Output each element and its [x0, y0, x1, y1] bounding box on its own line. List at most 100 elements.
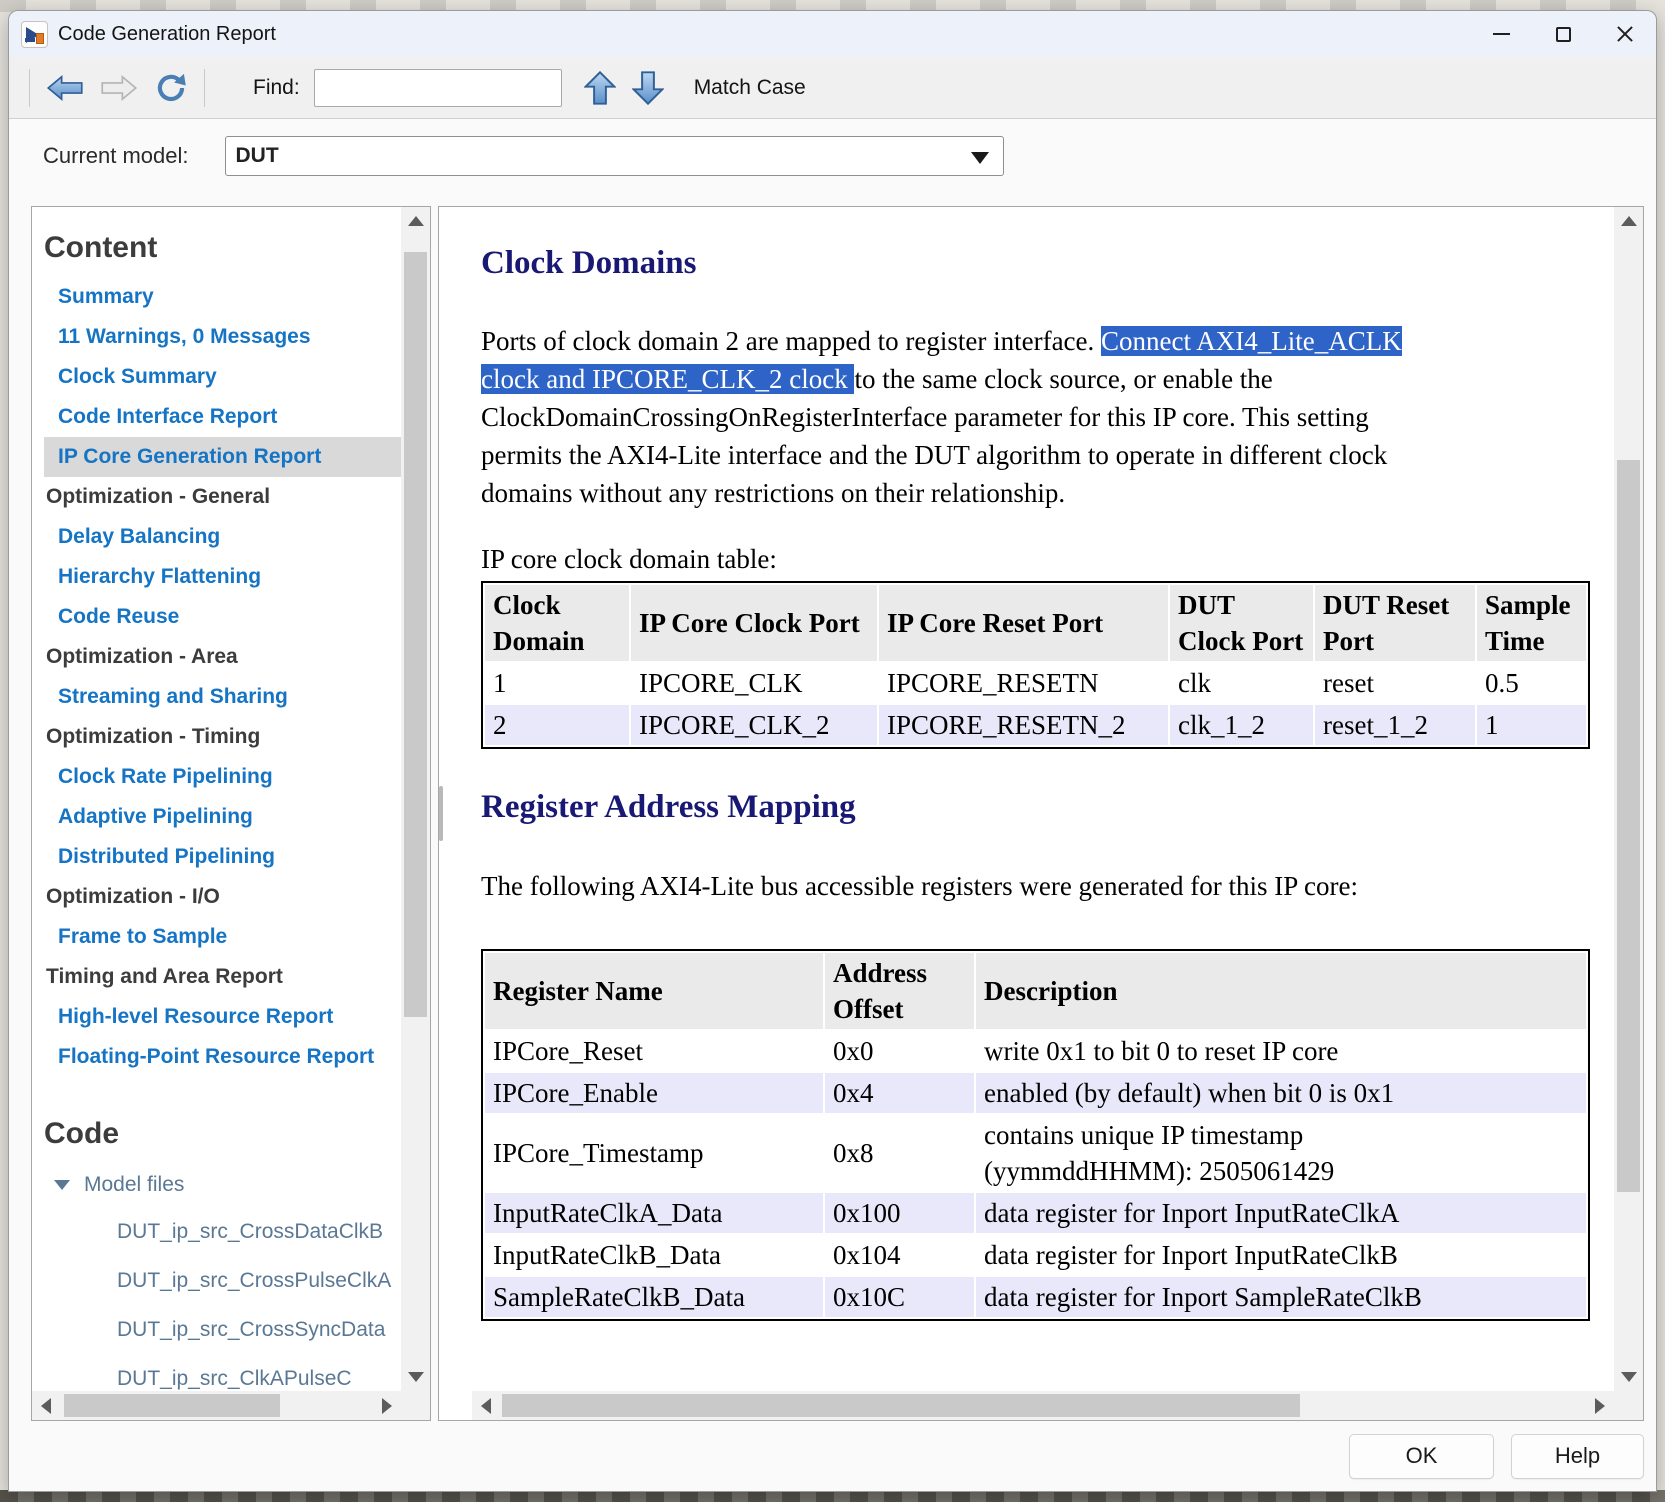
table-cell: clk_1_2 — [1170, 705, 1313, 745]
sidebar-item-high-level-resource-report[interactable]: High-level Resource Report — [32, 997, 401, 1037]
sidebar-item-code-reuse[interactable]: Code Reuse — [32, 597, 401, 637]
highlighted-text: clock and IPCORE_CLK_2 clock — [481, 364, 854, 394]
minimize-button[interactable] — [1470, 11, 1532, 57]
model-file-link[interactable]: DUT_ip_src_CrossSyncData — [32, 1305, 401, 1354]
scroll-up-arrow[interactable] — [401, 207, 430, 235]
paragraph-line: Ports of clock domain 2 are mapped to re… — [481, 322, 1596, 360]
current-model-select[interactable]: DUT — [225, 136, 1004, 176]
scrollbar-corner — [1614, 1391, 1643, 1420]
table-cell: IPCore_Timestamp — [485, 1115, 823, 1191]
scroll-right-arrow[interactable] — [1586, 1391, 1614, 1420]
forward-button[interactable] — [100, 74, 138, 102]
table-cell: data register for Inport InputRateClkA — [976, 1193, 1586, 1233]
scroll-down-arrow[interactable] — [1614, 1363, 1643, 1391]
paragraph-line: domains without any restrictions on thei… — [481, 474, 1596, 512]
sidebar-item-optimization-general: Optimization - General — [32, 477, 401, 517]
model-file-link[interactable]: DUT_ip_src_CrossDataClkB — [32, 1207, 401, 1256]
paragraph-line: clock and IPCORE_CLK_2 clock to the same… — [481, 360, 1596, 398]
column-header: Description — [976, 953, 1586, 1029]
sidebar-item-11-warnings-0-messages[interactable]: 11 Warnings, 0 Messages — [32, 317, 401, 357]
model-files-group[interactable]: Model files — [32, 1163, 401, 1207]
sidebar-item-frame-to-sample[interactable]: Frame to Sample — [32, 917, 401, 957]
close-button[interactable] — [1594, 11, 1656, 57]
column-header: IP Core Clock Port — [631, 585, 877, 661]
table-cell: 1 — [485, 663, 629, 703]
back-arrow-icon — [46, 74, 84, 102]
table-cell: 0.5 — [1477, 663, 1586, 703]
model-file-link[interactable]: DUT_ip_src_ClkAPulseC — [32, 1354, 401, 1395]
chevron-down-icon — [971, 152, 989, 164]
scroll-right-arrow[interactable] — [373, 1391, 401, 1420]
find-previous-button[interactable] — [584, 71, 616, 105]
table-cell: InputRateClkA_Data — [485, 1193, 823, 1233]
column-header: Address Offset — [825, 953, 974, 1029]
report-document: Clock Domains Ports of clock domain 2 ar… — [439, 207, 1614, 1391]
scroll-left-arrow[interactable] — [472, 1391, 500, 1420]
toolbar: Find: Match Case — [9, 57, 1656, 119]
table-cell: IPCORE_CLK_2 — [631, 705, 877, 745]
sidebar-item-optimization-area: Optimization - Area — [32, 637, 401, 677]
panel-splitter-handle[interactable] — [439, 786, 443, 841]
sidebar-item-hierarchy-flattening[interactable]: Hierarchy Flattening — [32, 557, 401, 597]
register-mapping-heading: Register Address Mapping — [481, 789, 1596, 826]
sidebar-item-distributed-pipelining[interactable]: Distributed Pipelining — [32, 837, 401, 877]
sidebar-item-summary[interactable]: Summary — [32, 277, 401, 317]
paragraph-text: permits the AXI4-Lite interface and the … — [481, 440, 1387, 470]
scroll-left-arrow[interactable] — [32, 1391, 60, 1420]
column-header: Sample Time — [1477, 585, 1586, 661]
report-horizontal-scrollbar[interactable] — [472, 1391, 1614, 1420]
table-row: InputRateClkA_Data0x100data register for… — [485, 1193, 1586, 1233]
scrollbar-thumb[interactable] — [502, 1394, 1300, 1417]
register-address-table: Register NameAddress OffsetDescriptionIP… — [481, 949, 1590, 1321]
dialog-footer: OK Help — [9, 1421, 1656, 1491]
help-button[interactable]: Help — [1511, 1434, 1644, 1479]
report-vertical-scrollbar[interactable] — [1614, 207, 1643, 1391]
table-row: IPCore_Enable0x4enabled (by default) whe… — [485, 1073, 1586, 1113]
find-input[interactable] — [314, 69, 562, 107]
ok-button[interactable]: OK — [1349, 1434, 1494, 1479]
back-button[interactable] — [46, 74, 84, 102]
table-cell: enabled (by default) when bit 0 is 0x1 — [976, 1073, 1586, 1113]
sidebar-item-clock-rate-pipelining[interactable]: Clock Rate Pipelining — [32, 757, 401, 797]
scrollbar-thumb[interactable] — [1617, 460, 1640, 1192]
column-header: DUT Clock Port — [1170, 585, 1313, 661]
scroll-up-arrow[interactable] — [1614, 207, 1643, 235]
scrollbar-thumb[interactable] — [64, 1394, 280, 1417]
up-arrow-icon — [584, 71, 616, 105]
refresh-button[interactable] — [154, 72, 188, 104]
scrollbar-corner — [401, 1391, 430, 1420]
titlebar: Code Generation Report — [9, 11, 1656, 57]
register-mapping-paragraph: The following AXI4-Lite bus accessible r… — [481, 867, 1596, 905]
sidebar-item-clock-summary[interactable]: Clock Summary — [32, 357, 401, 397]
find-next-button[interactable] — [632, 71, 664, 105]
table-cell: SampleRateClkB_Data — [485, 1277, 823, 1317]
table-cell: IPCore_Enable — [485, 1073, 823, 1113]
toolbar-separator — [29, 69, 30, 107]
sidebar-item-optimization-timing: Optimization - Timing — [32, 717, 401, 757]
table-row: SampleRateClkB_Data0x10Cdata register fo… — [485, 1277, 1586, 1317]
sidebar-item-code-interface-report[interactable]: Code Interface Report — [32, 397, 401, 437]
sidebar-vertical-scrollbar[interactable] — [401, 207, 430, 1391]
clock-domains-paragraph: Ports of clock domain 2 are mapped to re… — [481, 322, 1596, 512]
table-cell: IPCore_Reset — [485, 1031, 823, 1071]
match-case-toggle[interactable]: Match Case — [686, 72, 814, 104]
sidebar-item-adaptive-pipelining[interactable]: Adaptive Pipelining — [32, 797, 401, 837]
toolbar-separator — [204, 69, 205, 107]
scroll-down-arrow[interactable] — [401, 1363, 430, 1391]
maximize-icon — [1556, 27, 1571, 42]
scrollbar-thumb[interactable] — [404, 252, 427, 1017]
report-panel: Clock Domains Ports of clock domain 2 ar… — [438, 206, 1644, 1421]
down-arrow-icon — [632, 71, 664, 105]
sidebar-horizontal-scrollbar[interactable] — [32, 1391, 401, 1420]
sidebar-item-ip-core-generation-report[interactable]: IP Core Generation Report — [44, 437, 401, 477]
model-file-link[interactable]: DUT_ip_src_CrossPulseClkA — [32, 1256, 401, 1305]
model-files-label: Model files — [84, 1163, 184, 1207]
table-cell: InputRateClkB_Data — [485, 1235, 823, 1275]
maximize-button[interactable] — [1532, 11, 1594, 57]
table-row: 1IPCORE_CLKIPCORE_RESETNclkreset0.5 — [485, 663, 1586, 703]
current-model-label: Current model: — [43, 143, 189, 169]
app-icon — [21, 21, 48, 48]
sidebar-item-floating-point-resource-report[interactable]: Floating-Point Resource Report — [32, 1037, 401, 1077]
sidebar-item-streaming-and-sharing[interactable]: Streaming and Sharing — [32, 677, 401, 717]
sidebar-item-delay-balancing[interactable]: Delay Balancing — [32, 517, 401, 557]
